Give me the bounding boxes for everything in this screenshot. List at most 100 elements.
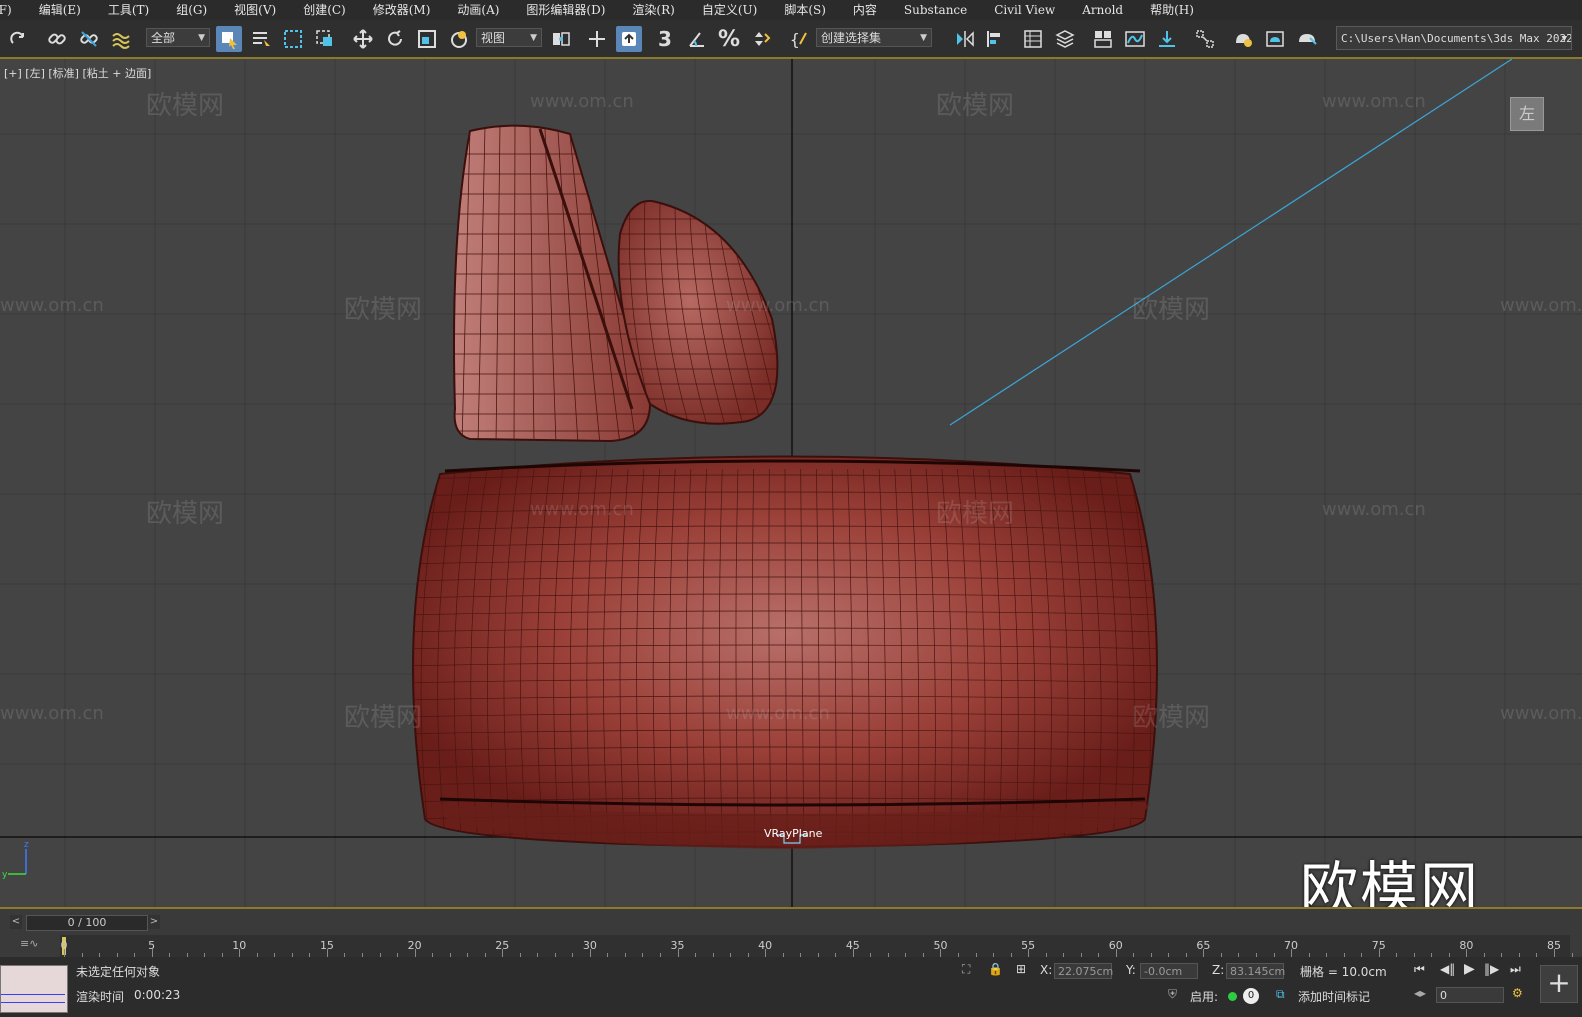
enable-count-badge[interactable]: 0 xyxy=(1243,988,1259,1004)
curve-editor-icon[interactable] xyxy=(1122,26,1148,52)
menu-item-3[interactable]: 组(G) xyxy=(162,0,220,20)
enable-label: 启用: xyxy=(1190,990,1219,1004)
menu-item-7[interactable]: 动画(A) xyxy=(443,0,512,20)
track-bar[interactable]: 0 5 10 15 20 25 30 35 40 45 50 55 60 65 70 75 80 85 xyxy=(60,935,1573,957)
time-slider[interactable]: 0 / 100 xyxy=(26,915,148,931)
align-icon[interactable] xyxy=(982,26,1008,52)
ruler-tick-label: 5 xyxy=(148,939,156,952)
project-path-field[interactable]: C:\Users\Han\Documents\3ds Max 2022 ▼ xyxy=(1336,26,1572,50)
timeline: < 0 / 100 > ≡∿ 0 5 10 15 20 25 30 35 40 45 50 55 60 6… xyxy=(0,907,1582,959)
left-viewport[interactable]: z y [+] [左] [标准] [粘土 + 边面] 左 VRayPlane 欧… xyxy=(0,59,1582,907)
z-coordinate-field[interactable]: 83.145cm xyxy=(1226,963,1285,979)
scale-icon[interactable] xyxy=(414,26,440,52)
menu-item-9[interactable]: 渲染(R) xyxy=(618,0,687,20)
ruler-tick-label: 10 xyxy=(232,939,247,952)
mirror-icon[interactable] xyxy=(952,26,978,52)
curve-editor-mini-icon[interactable]: ≡∿ xyxy=(20,937,38,950)
time-tag-icon[interactable]: ⧉ xyxy=(1276,987,1285,1002)
maxscript-listener-thumb[interactable] xyxy=(0,965,68,1013)
site-logo: 欧模网 xyxy=(1300,855,1481,907)
viewport-label[interactable]: [+] [左] [标准] [粘土 + 边面] xyxy=(4,65,151,81)
material-editor-icon[interactable] xyxy=(1192,26,1218,52)
menu-item-6[interactable]: 修改器(M) xyxy=(359,0,444,20)
layer-explorer-icon[interactable] xyxy=(1052,26,1078,52)
menu-item-10[interactable]: 自定义(U) xyxy=(688,0,770,20)
reference-coordinate-dropdown[interactable]: 视图 ▼ xyxy=(476,28,542,47)
rendered-frame-window-icon[interactable] xyxy=(1262,26,1288,52)
ruler-tick-label: 20 xyxy=(407,939,422,952)
key-mode-icon[interactable]: ◂▸ xyxy=(1414,986,1426,1000)
menu-item-12[interactable]: 内容 xyxy=(839,0,890,20)
scene-explorer-icon[interactable] xyxy=(1020,26,1046,52)
bind-space-warp-icon[interactable] xyxy=(108,26,134,52)
percent-snap-icon[interactable]: % xyxy=(716,26,742,52)
svg-text:y: y xyxy=(2,870,8,880)
render-setup-icon[interactable] xyxy=(1230,26,1256,52)
menu-item-16[interactable]: 帮助(H) xyxy=(1136,0,1207,20)
axis-gizmo: z y xyxy=(2,840,29,880)
select-by-name-icon[interactable] xyxy=(248,26,274,52)
time-config-icon[interactable]: ⚙ xyxy=(1512,986,1523,1000)
prev-frame-arrow-icon[interactable]: < xyxy=(10,915,22,929)
toggle-ribbon-icon[interactable] xyxy=(1090,26,1116,52)
previous-frame-icon[interactable]: ◀‖ xyxy=(1440,962,1455,976)
adaptive-degradation-icon[interactable]: ⛨ xyxy=(1168,987,1177,1002)
y-label: Y: xyxy=(1126,963,1136,977)
lock-icon[interactable]: 🔒 xyxy=(988,962,1003,976)
named-selection-set-dropdown[interactable]: 创建选择集 ▼ xyxy=(816,28,932,47)
isolate-icon[interactable]: ⛶ xyxy=(962,962,970,977)
render-production-icon[interactable] xyxy=(1294,26,1320,52)
menu-item-13[interactable]: Substance xyxy=(890,0,980,20)
viewport-nav-add-icon[interactable]: + xyxy=(1540,965,1578,1003)
status-dot-icon xyxy=(1228,992,1237,1001)
ruler-tick-label: 80 xyxy=(1459,939,1474,952)
grid-size-label: 栅格 = 10.0cm xyxy=(1300,965,1387,979)
x-coordinate-field[interactable]: 22.075cm xyxy=(1054,963,1113,979)
ruler-tick-label: 0 xyxy=(60,939,68,952)
go-to-start-icon[interactable]: ⏮ xyxy=(1414,962,1425,977)
angle-snap-icon[interactable] xyxy=(684,26,710,52)
add-time-tag-button[interactable]: 添加时间标记 xyxy=(1298,988,1370,1005)
go-to-end-icon[interactable]: ⏭ xyxy=(1510,962,1521,977)
menu-item-0[interactable]: (F) xyxy=(0,0,25,20)
snap-toggle-button[interactable]: 3 xyxy=(652,26,678,52)
pivot-center-icon[interactable] xyxy=(548,26,574,52)
edit-named-selection-icon[interactable]: { xyxy=(786,26,812,52)
menu-item-1[interactable]: 编辑(E) xyxy=(25,0,94,20)
menu-item-8[interactable]: 图形编辑器(D) xyxy=(512,0,618,20)
window-crossing-icon[interactable] xyxy=(312,26,338,52)
keyboard-shortcut-toggle[interactable] xyxy=(616,26,642,52)
schematic-view-icon[interactable] xyxy=(1154,26,1180,52)
y-coordinate-field[interactable]: -0.0cm xyxy=(1140,963,1198,979)
select-object-button[interactable] xyxy=(216,26,242,52)
link-icon[interactable] xyxy=(44,26,70,52)
rotate-icon[interactable] xyxy=(382,26,408,52)
menu-item-4[interactable]: 视图(V) xyxy=(220,0,289,20)
select-manipulate-icon[interactable] xyxy=(584,26,610,52)
ruler-tick-label: 50 xyxy=(933,939,948,952)
play-icon[interactable]: ▶ xyxy=(1464,961,1475,977)
current-frame-field[interactable]: 0 xyxy=(1436,987,1504,1003)
redo-icon[interactable] xyxy=(6,26,32,52)
unlink-icon[interactable] xyxy=(76,26,102,52)
menu-item-14[interactable]: Civil View xyxy=(980,0,1068,20)
rect-selection-icon[interactable] xyxy=(280,26,306,52)
menu-item-11[interactable]: 脚本(S) xyxy=(770,0,839,20)
ruler-tick-label: 75 xyxy=(1371,939,1386,952)
menu-item-2[interactable]: 工具(T) xyxy=(94,0,162,20)
place-icon[interactable] xyxy=(446,26,472,52)
spinner-snap-icon[interactable] xyxy=(748,26,774,52)
next-frame-arrow-icon[interactable]: > xyxy=(148,915,160,929)
next-frame-icon[interactable]: ‖▶ xyxy=(1484,962,1499,976)
sofa-base[interactable] xyxy=(400,455,1170,850)
menu-item-15[interactable]: Arnold xyxy=(1068,0,1136,20)
viewcube[interactable]: 左 xyxy=(1510,97,1544,131)
menu-item-5[interactable]: 创建(C) xyxy=(289,0,359,20)
ruler-tick-label: 60 xyxy=(1108,939,1123,952)
absolute-mode-icon[interactable]: ⊞ xyxy=(1016,962,1026,976)
selection-filter-dropdown[interactable]: 全部 ▼ xyxy=(146,28,210,47)
move-icon[interactable] xyxy=(350,26,376,52)
ruler-tick-label: 40 xyxy=(758,939,773,952)
ruler-tick-label: 70 xyxy=(1284,939,1299,952)
ruler-tick-label: 85 xyxy=(1547,939,1561,952)
